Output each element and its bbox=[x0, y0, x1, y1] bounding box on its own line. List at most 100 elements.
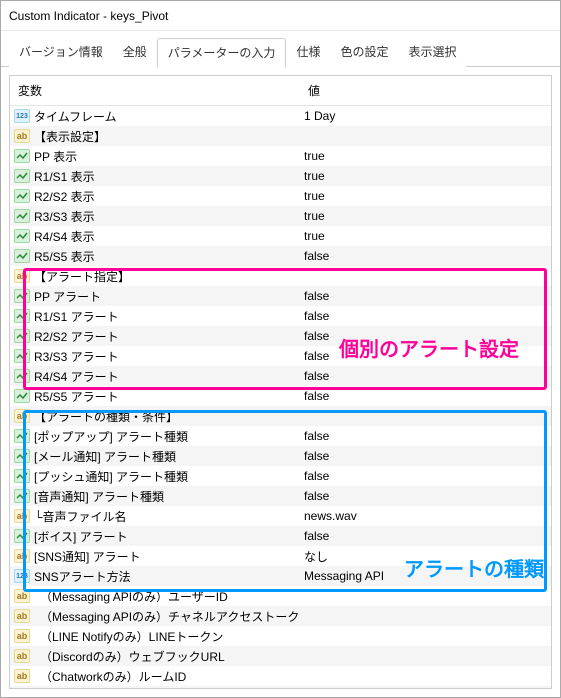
param-name-cell: （LINE Notifyのみ）LINEトークン bbox=[10, 628, 300, 645]
param-label: R2/S2 表示 bbox=[34, 188, 95, 205]
bool-type-icon bbox=[14, 369, 30, 383]
table-row[interactable]: [SNS通知] アラート なし bbox=[10, 546, 551, 566]
param-value-cell[interactable]: 1 Day bbox=[300, 109, 551, 123]
param-value-cell[interactable]: true bbox=[300, 209, 551, 223]
param-label: [ポップアップ] アラート種類 bbox=[34, 428, 188, 445]
table-row[interactable]: （LINE Notifyのみ）LINEトークン bbox=[10, 626, 551, 646]
tab-3[interactable]: 仕様 bbox=[286, 38, 330, 68]
table-row[interactable]: [プッシュ通知] アラート種類false bbox=[10, 466, 551, 486]
param-name-cell: R4/S4 アラート bbox=[10, 368, 300, 385]
table-row[interactable]: [メール通知] アラート種類false bbox=[10, 446, 551, 466]
param-label: R4/S4 表示 bbox=[34, 228, 95, 245]
param-name-cell: R1/S1 表示 bbox=[10, 168, 300, 185]
string-type-icon bbox=[14, 669, 30, 683]
param-value-cell[interactable]: false bbox=[300, 289, 551, 303]
table-row[interactable]: [音声通知] アラート種類false bbox=[10, 486, 551, 506]
table-row[interactable]: R2/S2 アラートfalse bbox=[10, 326, 551, 346]
table-row[interactable]: └音声ファイル名news.wav bbox=[10, 506, 551, 526]
parameter-grid: 変数 値 タイムフレーム1 Day【表示設定】PP 表示trueR1/S1 表示… bbox=[9, 75, 552, 689]
table-row[interactable]: R2/S2 表示 true bbox=[10, 186, 551, 206]
table-row[interactable]: （Chatworkのみ）ルームID bbox=[10, 666, 551, 686]
string-type-icon bbox=[14, 509, 30, 523]
table-row[interactable]: （Messaging APIのみ）チャネルアクセストークン bbox=[10, 606, 551, 626]
param-value-cell[interactable]: false bbox=[300, 489, 551, 503]
column-header-variable[interactable]: 変数 bbox=[10, 76, 300, 106]
tab-4[interactable]: 色の設定 bbox=[330, 38, 398, 68]
param-name-cell: R4/S4 表示 bbox=[10, 228, 300, 245]
string-type-icon bbox=[14, 409, 30, 423]
table-row[interactable]: R4/S4 アラートfalse bbox=[10, 366, 551, 386]
param-name-cell: （Discordのみ）ウェブフックURL bbox=[10, 648, 300, 665]
table-row[interactable]: R3/S3 表示true bbox=[10, 206, 551, 226]
param-name-cell: [ボイス] アラート bbox=[10, 528, 300, 545]
bool-type-icon bbox=[14, 449, 30, 463]
table-row[interactable]: PP 表示true bbox=[10, 146, 551, 166]
string-type-icon bbox=[14, 609, 30, 623]
param-value-cell[interactable]: false bbox=[300, 449, 551, 463]
table-row[interactable]: R1/S1 表示true bbox=[10, 166, 551, 186]
table-row[interactable]: [ボイス] アラートfalse bbox=[10, 526, 551, 546]
param-name-cell: （Messaging APIのみ）ユーザーID bbox=[10, 588, 300, 605]
param-name-cell: [ポップアップ] アラート種類 bbox=[10, 428, 300, 445]
table-row[interactable]: R3/S3 アラートfalse bbox=[10, 346, 551, 366]
number-type-icon bbox=[14, 569, 30, 583]
table-row[interactable]: SNSアラート方法Messaging API bbox=[10, 566, 551, 586]
param-name-cell: R1/S1 アラート bbox=[10, 308, 300, 325]
param-name-cell: 【アラートの種類・条件】 bbox=[10, 408, 300, 425]
tab-strip: バージョン情報全般パラメーターの入力仕様色の設定表示選択 bbox=[1, 31, 560, 67]
bool-type-icon bbox=[14, 229, 30, 243]
param-value-cell[interactable]: Messaging API bbox=[300, 569, 551, 583]
table-row[interactable]: PP アラートfalse bbox=[10, 286, 551, 306]
table-row[interactable]: 【アラートの種類・条件】 bbox=[10, 406, 551, 426]
string-type-icon bbox=[14, 649, 30, 663]
tab-5[interactable]: 表示選択 bbox=[398, 38, 466, 68]
param-name-cell: （Chatworkのみ）APIトークン bbox=[10, 688, 300, 690]
dialog-window: Custom Indicator - keys_Pivot バージョン情報全般パ… bbox=[0, 0, 561, 698]
param-value-cell[interactable]: false bbox=[300, 349, 551, 363]
param-value-cell[interactable]: true bbox=[300, 189, 551, 203]
table-row[interactable]: 【アラート指定】 bbox=[10, 266, 551, 286]
table-row[interactable]: R1/S1 アラートfalse bbox=[10, 306, 551, 326]
table-row[interactable]: （Chatworkのみ）APIトークン bbox=[10, 686, 551, 689]
param-name-cell: SNSアラート方法 bbox=[10, 568, 300, 585]
table-row[interactable]: （Messaging APIのみ）ユーザーID bbox=[10, 586, 551, 606]
string-type-icon bbox=[14, 589, 30, 603]
param-value-cell[interactable]: false bbox=[300, 309, 551, 323]
param-value-cell[interactable]: true bbox=[300, 229, 551, 243]
param-value-cell[interactable]: news.wav bbox=[300, 509, 551, 523]
param-value-cell[interactable]: false bbox=[300, 249, 551, 263]
param-value-cell[interactable]: false bbox=[300, 469, 551, 483]
param-value-cell[interactable]: false bbox=[300, 429, 551, 443]
param-name-cell: PP アラート bbox=[10, 288, 300, 305]
bool-type-icon bbox=[14, 349, 30, 363]
tab-2[interactable]: パラメーターの入力 bbox=[157, 38, 287, 68]
table-row[interactable]: 【表示設定】 bbox=[10, 126, 551, 146]
table-row[interactable]: R4/S4 表示 true bbox=[10, 226, 551, 246]
param-name-cell: [メール通知] アラート種類 bbox=[10, 448, 300, 465]
table-row[interactable]: タイムフレーム 1 Day bbox=[10, 106, 551, 126]
table-row[interactable]: [ポップアップ] アラート種類 false bbox=[10, 426, 551, 446]
param-value-cell[interactable]: true bbox=[300, 169, 551, 183]
table-row[interactable]: （Discordのみ）ウェブフックURL bbox=[10, 646, 551, 666]
column-header-value[interactable]: 値 bbox=[300, 76, 551, 106]
param-value-cell[interactable]: false bbox=[300, 329, 551, 343]
tab-0[interactable]: バージョン情報 bbox=[9, 38, 113, 68]
param-name-cell: [SNS通知] アラート bbox=[10, 548, 300, 565]
bool-type-icon bbox=[14, 249, 30, 263]
param-value-cell[interactable]: true bbox=[300, 149, 551, 163]
tab-1[interactable]: 全般 bbox=[113, 38, 157, 68]
param-label: [SNS通知] アラート bbox=[34, 548, 141, 565]
table-row[interactable]: R5/S5 表示false bbox=[10, 246, 551, 266]
param-value-cell[interactable]: false bbox=[300, 369, 551, 383]
bool-type-icon bbox=[14, 189, 30, 203]
param-value-cell[interactable]: なし bbox=[300, 548, 551, 565]
table-row[interactable]: R5/S5 アラートfalse bbox=[10, 386, 551, 406]
param-value-cell[interactable]: false bbox=[300, 529, 551, 543]
param-name-cell: 【アラート指定】 bbox=[10, 268, 300, 285]
param-name-cell: R3/S3 アラート bbox=[10, 348, 300, 365]
param-value-cell[interactable]: false bbox=[300, 389, 551, 403]
param-name-cell: PP 表示 bbox=[10, 148, 300, 165]
param-label: （Chatworkのみ）ルームID bbox=[34, 668, 186, 685]
param-label: タイムフレーム bbox=[34, 108, 117, 125]
param-name-cell: R2/S2 アラート bbox=[10, 328, 300, 345]
